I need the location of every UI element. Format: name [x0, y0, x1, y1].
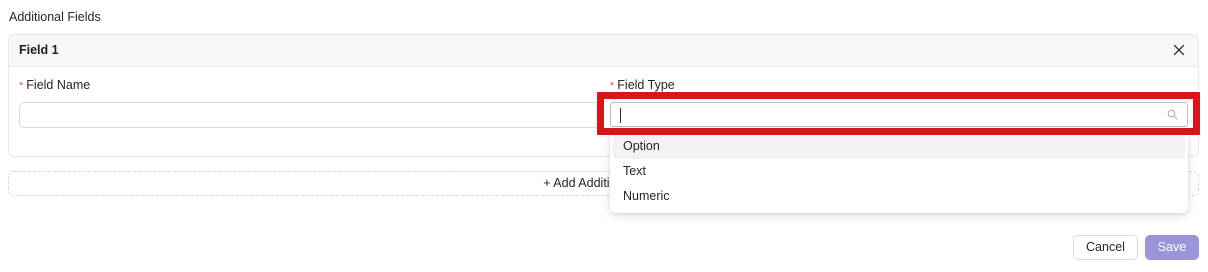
- field-name-label-text: Field Name: [26, 78, 91, 92]
- field-name-input[interactable]: [19, 102, 601, 128]
- field-card-title: Field 1: [19, 43, 59, 57]
- required-marker: *: [610, 80, 615, 92]
- field-type-label-text: Field Type: [617, 78, 675, 92]
- field-name-label: * Field Name: [19, 78, 90, 92]
- required-marker: *: [19, 80, 24, 92]
- save-button[interactable]: Save: [1145, 235, 1199, 260]
- field-type-dropdown: Option Text Numeric: [610, 132, 1188, 213]
- close-field-button[interactable]: [1170, 41, 1188, 59]
- section-title: Additional Fields: [9, 10, 101, 24]
- field-type-label: * Field Type: [610, 78, 675, 92]
- dropdown-option-text[interactable]: Text: [613, 159, 1185, 184]
- search-icon: [1167, 109, 1178, 120]
- cancel-button[interactable]: Cancel: [1073, 235, 1138, 260]
- field-type-select[interactable]: [610, 102, 1188, 127]
- dropdown-option-numeric[interactable]: Numeric: [613, 184, 1185, 209]
- dropdown-option-option[interactable]: Option: [613, 134, 1185, 159]
- field-card-header: Field 1: [9, 35, 1198, 67]
- close-icon: [1173, 44, 1185, 56]
- text-caret: [620, 108, 621, 123]
